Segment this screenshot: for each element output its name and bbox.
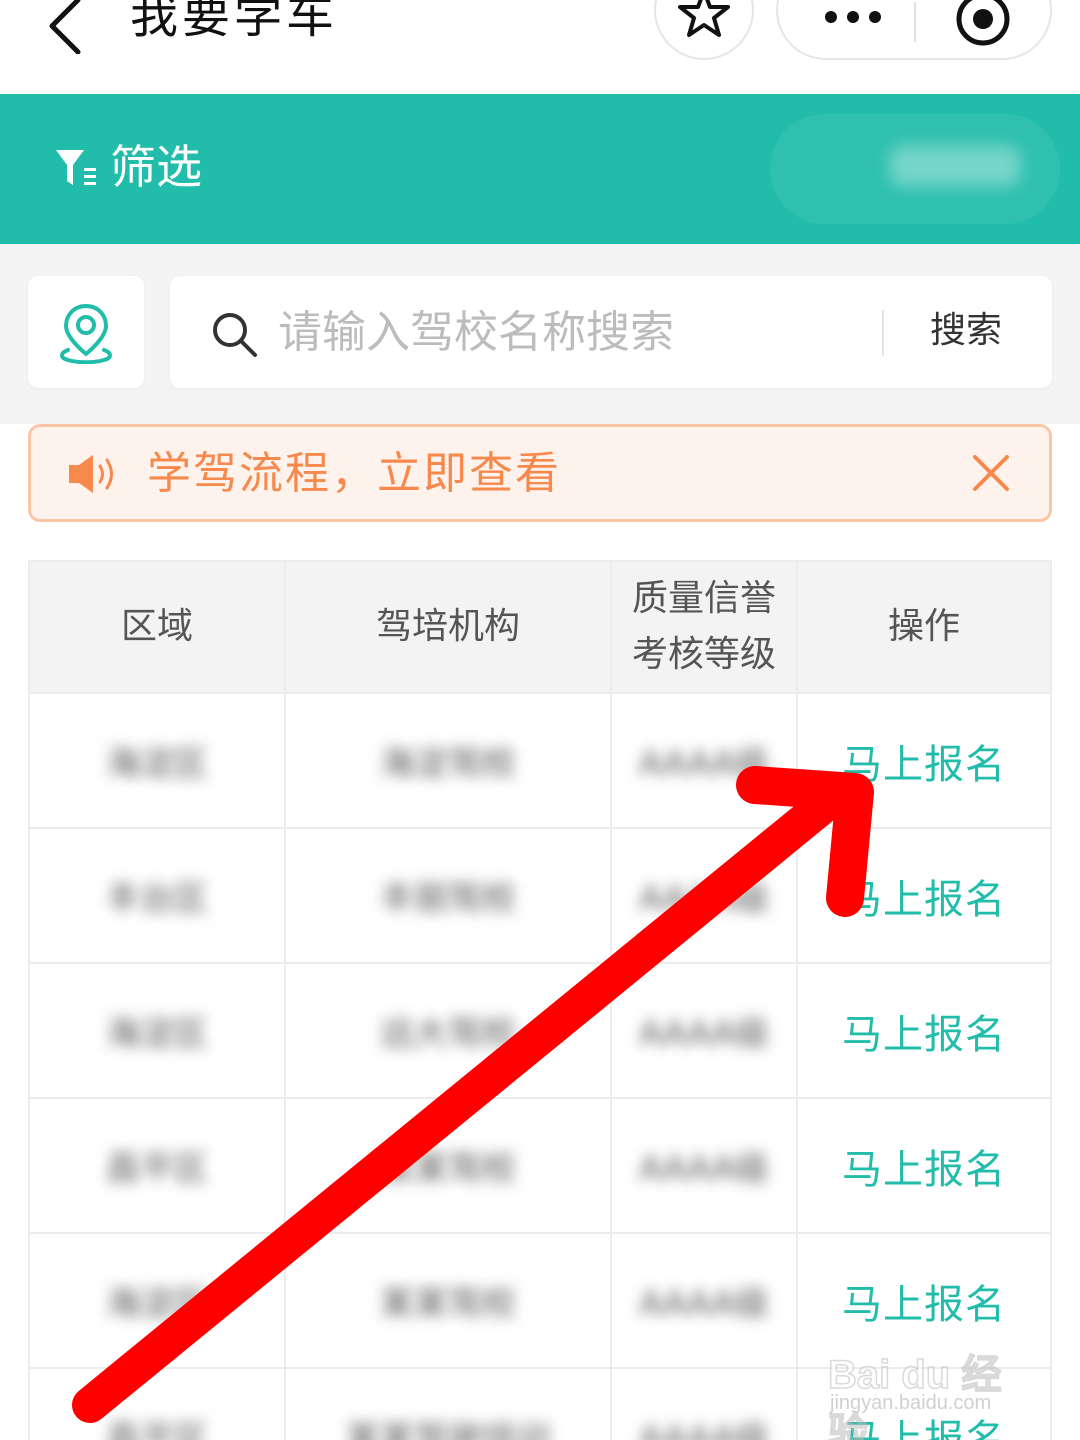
filter-bar: 筛选 <box>0 94 1080 244</box>
location-button[interactable] <box>28 276 144 388</box>
watermark-sub: jingyan.baidu.com <box>830 1392 992 1414</box>
region-cell: 昌平区 <box>106 1149 208 1189</box>
more-button[interactable] <box>808 2 898 32</box>
signup-button[interactable]: 马上报名 <box>842 1272 1006 1330</box>
school-cell: 某某驾驶培训 <box>346 1419 550 1440</box>
page-title: 我要学车 <box>130 0 339 44</box>
signup-button[interactable]: 马上报名 <box>842 867 1006 925</box>
region-cell: 海淀区 <box>106 1014 208 1054</box>
filter-icon <box>56 150 96 185</box>
header-school: 驾培机构 <box>284 562 610 692</box>
speaker-icon <box>69 455 113 493</box>
star-icon <box>678 0 730 37</box>
more-dots-icon <box>825 11 837 23</box>
driving-school-table: 区域 驾培机构 质量信誉 考核等级 操作 海淀区 海淀驾校 AAAA级 马上报名… <box>28 560 1052 1440</box>
signup-button[interactable]: 马上报名 <box>842 732 1006 790</box>
grade-cell: AAAA级 <box>639 1149 769 1189</box>
grade-cell: AAAA级 <box>639 1284 769 1324</box>
table-row: 海淀区 远大驾校 AAAA级 马上报名 <box>30 962 1050 1097</box>
school-cell: 某某驾校 <box>380 1149 516 1189</box>
grade-cell: AAAA级 <box>639 1014 769 1054</box>
table-row: 海淀区 海淀驾校 AAAA级 马上报名 <box>30 692 1050 827</box>
more-dots-icon <box>869 11 881 23</box>
table-row: 丰台区 丰丽驾校 AAAA级 马上报名 <box>30 827 1050 962</box>
table-row: 昌平区 某某驾校 AAAA级 马上报名 <box>30 1097 1050 1232</box>
grade-cell: AAAA级 <box>639 744 769 784</box>
signup-button[interactable]: 马上报名 <box>842 1002 1006 1060</box>
filter-button[interactable] <box>54 148 98 188</box>
region-cell: 昌平区 <box>106 1419 208 1440</box>
blurred-text <box>890 146 1020 186</box>
search-icon <box>213 313 257 357</box>
region-cell: 海淀区 <box>106 1284 208 1324</box>
watermark-main: Bai du 经验 <box>827 1352 1002 1440</box>
search-box: 搜索 <box>170 276 1052 388</box>
grade-cell: AAAA级 <box>639 879 769 919</box>
search-area: 搜索 <box>0 244 1080 424</box>
grade-cell: AAAA级 <box>639 1419 769 1440</box>
search-input[interactable] <box>278 300 858 364</box>
table-header: 区域 驾培机构 质量信誉 考核等级 操作 <box>30 562 1050 692</box>
capsule-divider <box>914 2 916 42</box>
region-cell: 海淀区 <box>106 744 208 784</box>
more-dots-icon <box>847 11 859 23</box>
search-divider <box>882 310 884 356</box>
favorite-button[interactable] <box>654 0 754 60</box>
nav-bar: 我要学车 <box>0 0 1080 94</box>
school-cell: 某某驾校 <box>380 1284 516 1324</box>
signup-button[interactable]: 马上报名 <box>842 1137 1006 1195</box>
notice-text: 学驾流程，立即查看 <box>147 448 561 499</box>
notice-banner[interactable]: 学驾流程，立即查看 <box>28 424 1052 522</box>
mini-program-capsule <box>776 0 1052 60</box>
back-button[interactable] <box>38 0 98 55</box>
baidu-jingyan-watermark: Bai du 经验 jingyan.baidu.com <box>827 1322 1028 1440</box>
school-cell: 远大驾校 <box>380 1014 516 1054</box>
school-cell: 海淀驾校 <box>380 744 516 784</box>
close-circle-icon <box>956 0 1010 46</box>
region-cell: 丰台区 <box>106 879 208 919</box>
header-action: 操作 <box>796 562 1050 692</box>
header-region: 区域 <box>120 606 193 647</box>
header-grade: 质量信誉 考核等级 <box>610 562 796 692</box>
blurred-region-selector[interactable] <box>770 114 1060 224</box>
close-program-button[interactable] <box>954 0 1012 48</box>
close-icon[interactable] <box>971 453 1011 493</box>
back-arrow-icon <box>49 0 81 55</box>
filter-label[interactable]: 筛选 <box>110 139 202 195</box>
search-button[interactable]: 搜索 <box>930 306 1002 356</box>
school-cell: 丰丽驾校 <box>380 879 516 919</box>
location-pin-icon <box>60 303 112 364</box>
